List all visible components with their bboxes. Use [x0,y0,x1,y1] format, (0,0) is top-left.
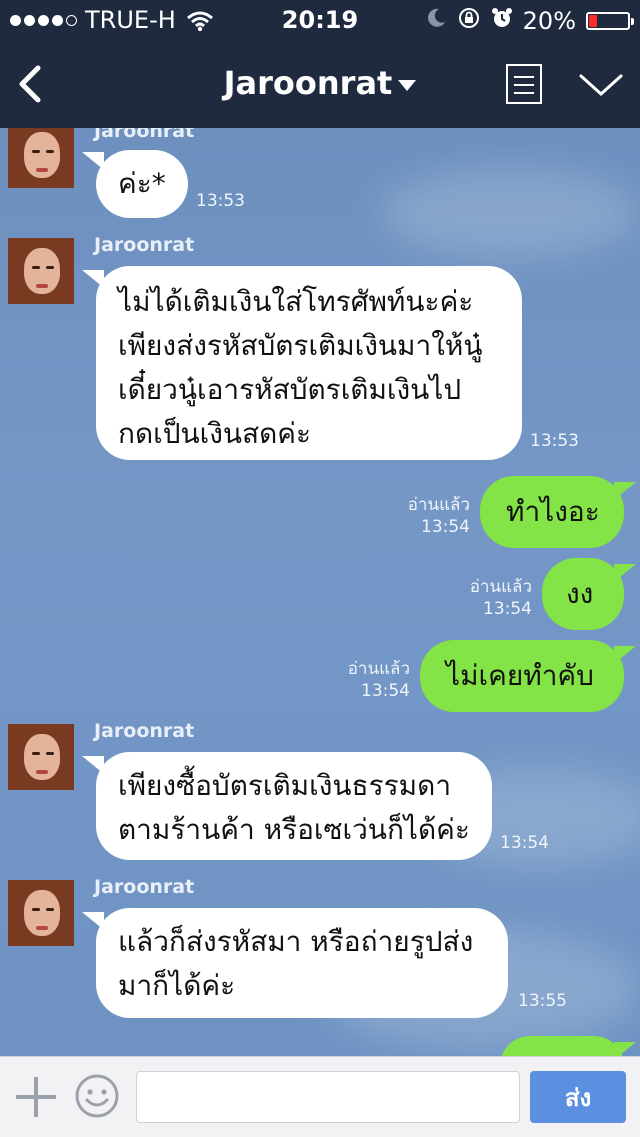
rotation-lock-icon [457,6,481,36]
battery-percent: 20% [522,7,576,35]
message-bubble[interactable]: ไม่ได้เติมเงินใส่โทรศัพท์นะค่ะ เพียงส่งร… [96,266,522,460]
avatar[interactable] [8,128,74,188]
message-time: 13:53 [196,191,245,211]
battery-icon [586,12,634,30]
message-bubble[interactable]: เพียงซื้อบัตรเติมเงินธรรมดา ตามร้านค้า ห… [96,752,492,860]
message-time: 13:55 [518,991,567,1011]
chat-title-label: Jaroonrat [223,64,393,102]
read-status: อ่านแล้ว [469,577,532,597]
read-status: อ่านแล้ว [407,495,470,515]
list-icon[interactable] [506,64,542,104]
sender-name: Jaroonrat [94,128,195,142]
read-status: อ่านแล้ว [347,659,410,679]
moon-icon [425,7,447,35]
chat-title[interactable]: Jaroonrat [0,64,640,102]
message-bubble[interactable]: แล้วก็ส่งรหัสมา หรือถ่ายรูปส่ง มาก็ได้ค่… [96,908,508,1018]
alarm-icon [491,7,513,35]
avatar[interactable] [8,238,74,304]
sender-name: Jaroonrat [94,876,195,898]
message-line: ไม่ได้เติมเงินใส่โทรศัพท์นะค่ะ [118,285,474,318]
chevron-down-icon[interactable] [578,70,624,100]
status-bar: TRUE-H 20:19 20% [0,0,640,40]
message-time: 13:54 [361,681,410,701]
message-time: 13:53 [530,431,579,451]
sender-name: Jaroonrat [94,720,195,742]
message-time: 13:54 [500,833,549,853]
chat-header: Jaroonrat [0,40,640,128]
message-bubble[interactable]: ทำไงอะ [480,476,624,548]
chat-area[interactable]: Jaroonrat ค่ะ* 13:53 Jaroonrat ไม่ได้เติ… [0,128,640,1056]
avatar[interactable] [8,880,74,946]
message-line: แล้วก็ส่งรหัสมา หรือถ่ายรูปส่ง [118,925,474,958]
message-line: มาก็ได้ค่ะ [118,969,236,1002]
message-bubble[interactable]: งง [542,558,624,630]
message-bubble[interactable]: ค่ะ* [96,150,188,218]
message-time: 13:54 [421,517,470,537]
message-text: ไม่เคยทำคับ [446,659,594,692]
message-time: 13:54 [483,599,532,619]
caret-down-icon [398,79,417,91]
message-bubble[interactable] [500,1036,624,1056]
message-line: เพียงส่งรหัสบัตรเติมเงินมาให้นู๋ [118,329,483,362]
message-composer: ส่ง [0,1056,640,1137]
plus-icon[interactable] [16,1077,56,1117]
message-bubble[interactable]: ไม่เคยทำคับ [420,640,624,712]
message-text: ทำไงอะ [506,495,600,528]
message-line: ตามร้านค้า หรือเซเว่นก็ได้ค่ะ [118,813,470,846]
message-line: เดี๋ยวนู๋เอารหัสบัตรเติมเงินไป [118,373,462,406]
message-input[interactable] [136,1071,520,1123]
message-text: ค่ะ* [118,167,166,200]
smiley-icon[interactable] [74,1073,120,1119]
send-button[interactable]: ส่ง [530,1071,626,1123]
avatar[interactable] [8,724,74,790]
sender-name: Jaroonrat [94,234,195,256]
message-text: งง [566,577,594,610]
message-line: กดเป็นเงินสดค่ะ [118,417,312,450]
message-line: เพียงซื้อบัตรเติมเงินธรรมดา [118,769,452,802]
